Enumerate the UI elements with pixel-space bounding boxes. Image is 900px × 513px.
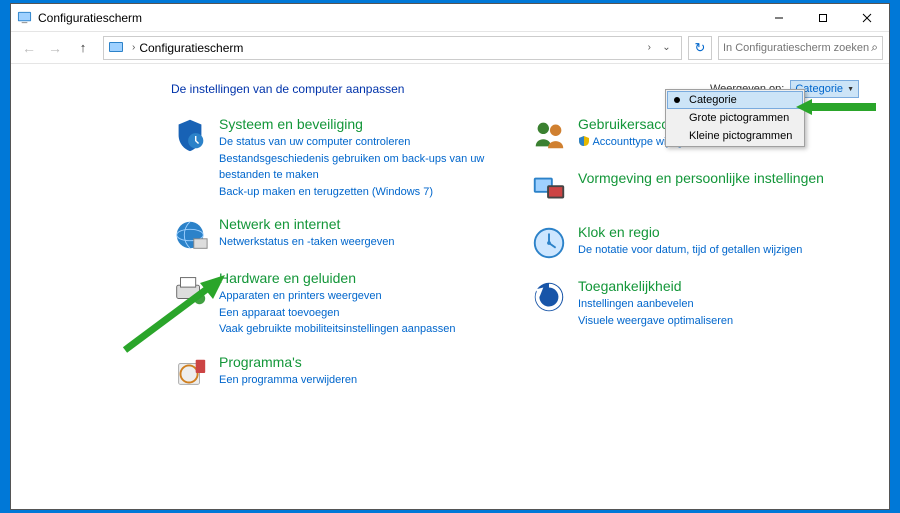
category-link[interactable]: Apparaten en printers weergeven — [219, 288, 455, 305]
chevron-right-icon: › — [644, 42, 655, 53]
category-icon — [171, 116, 209, 154]
category-title[interactable]: Programma's — [219, 354, 357, 370]
control-panel-icon — [17, 10, 32, 25]
category-icon — [530, 116, 568, 154]
category-item: Toegankelijkheid Instellingen aanbevelenV… — [530, 278, 859, 329]
annotation-arrow-icon — [120, 275, 230, 355]
dropdown-item[interactable]: Categorie — [667, 91, 803, 109]
category-icon — [171, 216, 209, 254]
dropdown-item[interactable]: Kleine pictogrammen — [667, 127, 803, 145]
page-title: De instellingen van de computer aanpasse… — [171, 82, 710, 96]
right-column: Gebruikersaccounts Accounttype wijzigenV… — [530, 116, 859, 392]
category-item: Programma's Een programma verwijderen — [171, 354, 500, 392]
chevron-right-icon: › — [128, 42, 139, 53]
chevron-down-icon: ▼ — [847, 86, 854, 93]
back-button[interactable]: ← — [17, 35, 41, 61]
category-item: Vormgeving en persoonlijke instellingen — [530, 170, 859, 208]
dropdown-item[interactable]: Grote pictogrammen — [667, 109, 803, 127]
category-link[interactable]: Instellingen aanbevelen — [578, 296, 733, 313]
category-icon — [530, 278, 568, 316]
category-columns: Systeem en beveiliging De status van uw c… — [171, 116, 859, 392]
category-item: Systeem en beveiliging De status van uw c… — [171, 116, 500, 200]
window: Configuratiescherm ← → ↑ › Configuraties… — [10, 3, 890, 510]
category-title[interactable]: Netwerk en internet — [219, 216, 394, 232]
category-link[interactable]: Bestandsgeschiedenis gebruiken om back-u… — [219, 151, 500, 184]
search-icon[interactable]: ⌕ — [871, 40, 878, 55]
category-link[interactable]: Back-up maken en terugzetten (Windows 7) — [219, 184, 500, 201]
category-icon — [171, 354, 209, 392]
category-title[interactable]: Vormgeving en persoonlijke instellingen — [578, 170, 824, 186]
category-item: Klok en regio De notatie voor datum, tijd… — [530, 224, 859, 262]
breadcrumb[interactable]: › Configuratiescherm › ⌄ — [103, 36, 682, 60]
breadcrumb-text[interactable]: Configuratiescherm — [139, 41, 643, 55]
category-icon — [530, 224, 568, 262]
category-link[interactable]: Netwerkstatus en -taken weergeven — [219, 234, 394, 251]
up-button[interactable]: ↑ — [71, 35, 95, 61]
category-title[interactable]: Klok en regio — [578, 224, 802, 240]
category-link[interactable]: Een apparaat toevoegen — [219, 305, 455, 322]
annotation-arrow-icon — [796, 97, 876, 117]
refresh-button[interactable]: ↻ — [688, 36, 712, 60]
window-title: Configuratiescherm — [38, 11, 757, 25]
category-link[interactable]: De status van uw computer controleren — [219, 134, 500, 151]
window-controls — [757, 4, 889, 31]
category-item: Netwerk en internet Netwerkstatus en -tak… — [171, 216, 500, 254]
navbar: ← → ↑ › Configuratiescherm › ⌄ ↻ ⌕ — [11, 32, 889, 64]
titlebar: Configuratiescherm — [11, 4, 889, 32]
minimize-button[interactable] — [757, 4, 801, 31]
category-icon — [530, 170, 568, 208]
category-title[interactable]: Hardware en geluiden — [219, 270, 455, 286]
forward-button[interactable]: → — [43, 35, 67, 61]
category-title[interactable]: Toegankelijkheid — [578, 278, 733, 294]
category-link[interactable]: De notatie voor datum, tijd of getallen … — [578, 242, 802, 259]
category-link[interactable]: Vaak gebruikte mobiliteitsinstellingen a… — [219, 321, 455, 338]
search-box[interactable]: ⌕ — [718, 36, 883, 60]
category-title[interactable]: Systeem en beveiliging — [219, 116, 500, 132]
search-input[interactable] — [723, 42, 871, 54]
close-button[interactable] — [845, 4, 889, 31]
control-panel-icon — [108, 40, 124, 56]
category-link[interactable]: Een programma verwijderen — [219, 372, 357, 389]
maximize-button[interactable] — [801, 4, 845, 31]
view-by-dropdown-menu: CategorieGrote pictogrammenKleine pictog… — [665, 89, 805, 147]
category-link[interactable]: Visuele weergave optimaliseren — [578, 313, 733, 330]
breadcrumb-dropdown-button[interactable]: ⌄ — [655, 37, 677, 59]
